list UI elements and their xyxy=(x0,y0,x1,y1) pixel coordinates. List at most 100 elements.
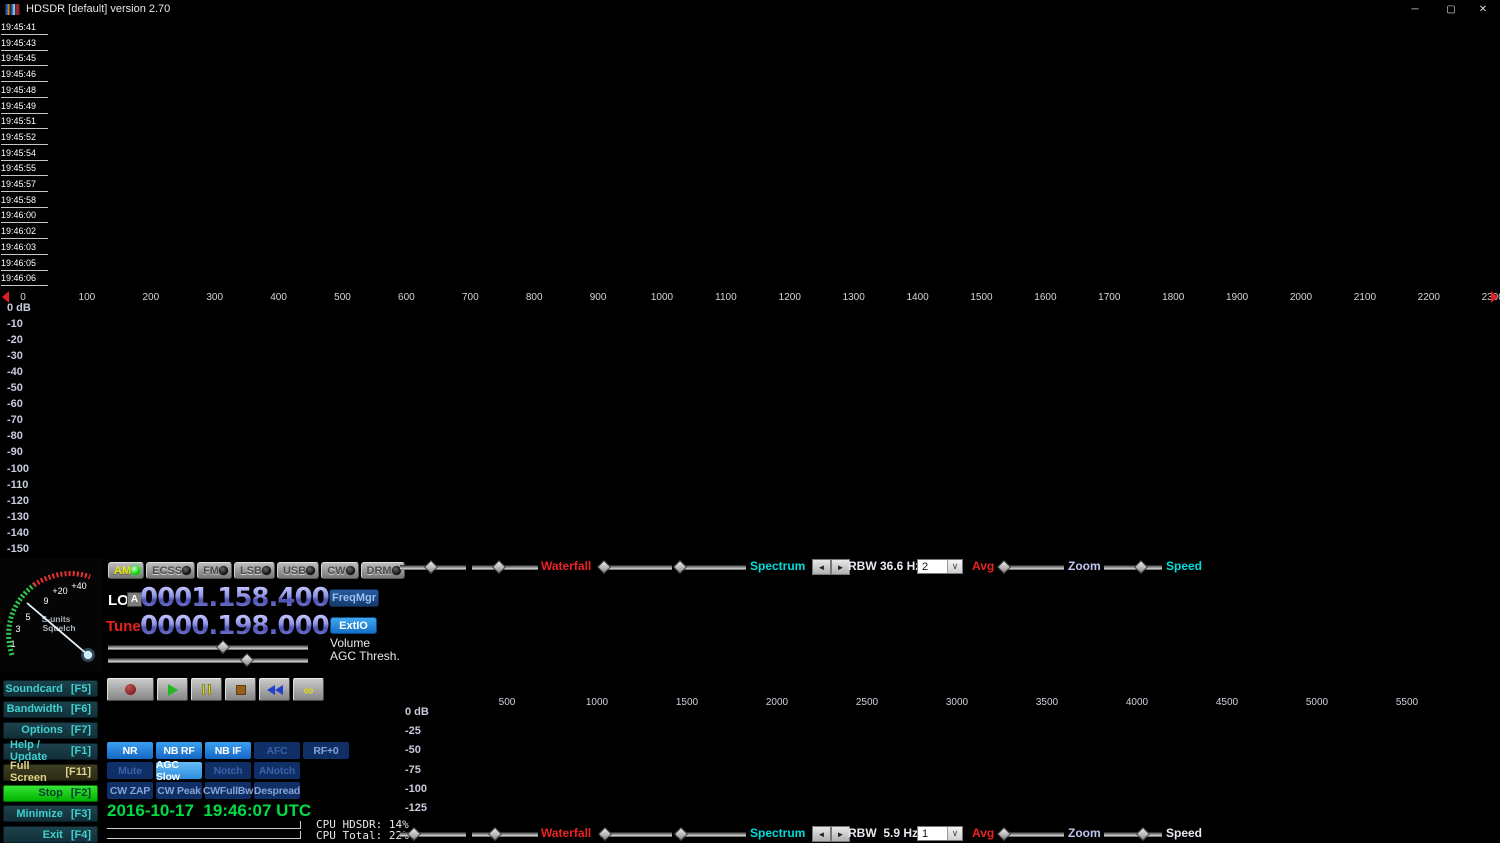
upper-speed-slider[interactable] xyxy=(1104,561,1162,572)
mode-button[interactable]: CW xyxy=(321,562,358,579)
play-button[interactable] xyxy=(157,678,188,701)
db-tick-label: -120 xyxy=(7,495,29,507)
volume-slider-thumb[interactable] xyxy=(216,640,230,654)
menu-button[interactable]: Help / Update[F1] xyxy=(3,743,98,760)
dsp-button[interactable]: Despread xyxy=(254,782,300,799)
upper-waterfall-contrast-slider[interactable] xyxy=(472,561,538,572)
dsp-button[interactable]: ANotch xyxy=(254,762,300,779)
mode-button[interactable]: USB xyxy=(277,562,319,579)
agc-slider-thumb[interactable] xyxy=(240,653,254,667)
slider-thumb[interactable] xyxy=(598,827,612,841)
upper-spectrum-min-slider[interactable] xyxy=(600,561,672,572)
db-tick-label: -130 xyxy=(7,511,29,523)
timestamp-label: 19:45:51 xyxy=(1,115,48,129)
lower-spectrum-min-slider[interactable] xyxy=(600,828,672,839)
slider-thumb[interactable] xyxy=(1134,560,1148,574)
lower-waterfall-brightness-slider[interactable] xyxy=(400,828,466,839)
lower-zoom-slider[interactable] xyxy=(1000,828,1064,839)
maximize-icon[interactable]: ▢ xyxy=(1434,0,1468,19)
menu-button-label: Stop xyxy=(38,787,62,799)
mode-button[interactable]: ECSS xyxy=(146,562,195,579)
scale-scroll-right-arrow[interactable] xyxy=(1491,291,1498,303)
stop-playback-button[interactable] xyxy=(225,678,256,701)
volume-slider[interactable] xyxy=(108,641,308,652)
zoom-waterfall-canvas[interactable] xyxy=(403,575,1495,694)
mode-button[interactable]: FM xyxy=(197,562,232,579)
dsp-button[interactable]: AGC Slow xyxy=(156,762,202,779)
menu-button[interactable]: Stop[F2] xyxy=(3,785,98,802)
slider-thumb[interactable] xyxy=(424,560,438,574)
tune-frequency-display[interactable]: 0000.198.000 xyxy=(140,613,329,639)
dsp-button[interactable]: Mute xyxy=(107,762,153,779)
menu-button[interactable]: Exit[F4] xyxy=(3,826,98,843)
db-tick-label: -50 xyxy=(7,382,23,394)
agc-threshold-slider[interactable] xyxy=(108,654,308,665)
slider-thumb[interactable] xyxy=(492,560,506,574)
dsp-button[interactable]: Notch xyxy=(205,762,251,779)
main-frequency-scale[interactable] xyxy=(0,288,1500,305)
lower-avg-combo[interactable]: 1 ∨ xyxy=(917,826,963,841)
dsp-button[interactable]: CW ZAP xyxy=(107,782,153,799)
menu-button-fkey: [F4] xyxy=(71,829,91,841)
menu-button[interactable]: Full Screen[F11] xyxy=(3,764,98,781)
slider-thumb[interactable] xyxy=(997,827,1011,841)
dsp-button[interactable]: CWFullBw xyxy=(205,782,251,799)
chevron-down-icon[interactable]: ∨ xyxy=(947,827,962,840)
timestamp-label: 19:46:06 xyxy=(1,272,48,286)
loop-button[interactable]: ∞ xyxy=(293,678,324,701)
dsp-button[interactable]: RF+0 xyxy=(303,742,349,759)
lower-waterfall-contrast-slider[interactable] xyxy=(472,828,538,839)
mode-led-icon xyxy=(306,566,315,575)
upper-zoom-slider[interactable] xyxy=(1000,561,1064,572)
frequency-tick-label: 900 xyxy=(590,292,607,303)
db-tick-label: -150 xyxy=(7,543,29,555)
slider-thumb[interactable] xyxy=(673,827,687,841)
extio-button[interactable]: ExtIO xyxy=(330,617,377,634)
frequency-tick-label: 1100 xyxy=(715,292,737,303)
upper-avg-combo[interactable]: 2 ∨ xyxy=(917,559,963,574)
menu-button-label: Soundcard xyxy=(5,683,62,695)
dsp-button[interactable]: NR xyxy=(107,742,153,759)
lower-speed-slider[interactable] xyxy=(1104,828,1162,839)
slider-thumb[interactable] xyxy=(673,560,687,574)
dsp-button[interactable]: CW Peak xyxy=(156,782,202,799)
lo-frequency-display[interactable]: 0001.158.400 xyxy=(140,585,329,611)
menu-button[interactable]: Minimize[F3] xyxy=(3,805,98,822)
main-waterfall-canvas[interactable] xyxy=(0,19,1500,288)
frequency-tick-label: 400 xyxy=(270,292,287,303)
rbw-decrease-icon[interactable]: ◄ xyxy=(812,559,831,575)
chevron-down-icon[interactable]: ∨ xyxy=(947,560,962,573)
mode-button[interactable]: AM xyxy=(108,562,144,579)
dsp-button[interactable]: AFC xyxy=(254,742,300,759)
smeter-label-9: 9 xyxy=(43,596,48,606)
lower-avg-label: Avg xyxy=(972,826,994,840)
mode-button[interactable]: LSB xyxy=(234,562,275,579)
menu-button[interactable]: Options[F7] xyxy=(3,722,98,739)
frequency-tick-label: 1500 xyxy=(970,292,992,303)
slider-thumb[interactable] xyxy=(597,560,611,574)
record-button[interactable] xyxy=(107,678,154,701)
rbw-decrease-icon[interactable]: ◄ xyxy=(812,826,831,842)
upper-spectrum-max-slider[interactable] xyxy=(676,561,746,572)
close-icon[interactable]: ✕ xyxy=(1466,0,1500,19)
freqmgr-button[interactable]: FreqMgr xyxy=(329,589,379,607)
upper-waterfall-brightness-slider[interactable] xyxy=(400,561,466,572)
mode-button[interactable]: DRM xyxy=(361,562,405,579)
minimize-icon[interactable]: ─ xyxy=(1398,0,1432,19)
slider-thumb[interactable] xyxy=(488,827,502,841)
pause-button[interactable] xyxy=(191,678,222,701)
smeter-label-40: +40 xyxy=(71,581,86,591)
dsp-button[interactable]: NB IF xyxy=(205,742,251,759)
menu-button[interactable]: Soundcard[F5] xyxy=(3,680,98,697)
menu-button[interactable]: Bandwidth[F6] xyxy=(3,701,98,718)
slider-thumb[interactable] xyxy=(1136,827,1150,841)
main-spectrum-canvas[interactable] xyxy=(0,305,1500,556)
slider-thumb[interactable] xyxy=(407,827,421,841)
slider-thumb[interactable] xyxy=(997,560,1011,574)
dsp-button[interactable]: NB RF xyxy=(156,742,202,759)
rewind-icon xyxy=(267,685,283,695)
lower-spectrum-max-slider[interactable] xyxy=(676,828,746,839)
zoom-spectrum-canvas[interactable] xyxy=(403,710,1495,825)
rewind-button[interactable] xyxy=(259,678,290,701)
smeter-needle-hub xyxy=(84,651,92,659)
